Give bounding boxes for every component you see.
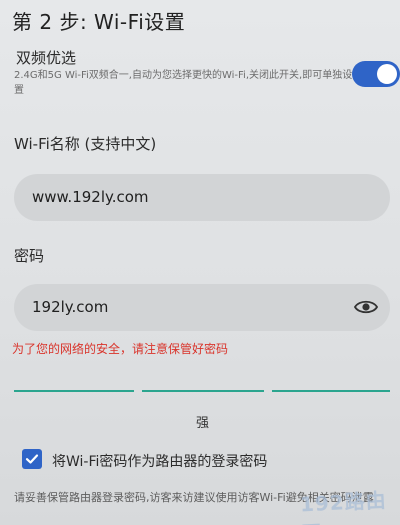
dual-band-label: 双频优选: [16, 49, 77, 67]
checkmark-icon: [25, 454, 39, 464]
password-input[interactable]: 192ly.com: [14, 284, 390, 331]
toggle-knob: [377, 64, 397, 84]
eye-icon[interactable]: [353, 298, 379, 316]
password-value: 192ly.com: [32, 298, 109, 316]
login-password-checkbox[interactable]: [22, 449, 42, 469]
watermark-logo: 192路由网: [299, 487, 388, 525]
strength-bar-segment: [142, 390, 264, 392]
strength-bar-segment: [272, 390, 390, 392]
strength-bar-segment: [14, 390, 134, 392]
ssid-input[interactable]: www.192ly.com: [14, 174, 390, 221]
dual-band-description: 2.4G和5G Wi-Fi双频合一,自动为您选择更快的Wi-Fi,关闭此开关,即…: [14, 70, 353, 96]
password-warning: 为了您的网络的安全，请注意保管好密码: [12, 342, 229, 356]
ssid-value: www.192ly.com: [32, 188, 149, 206]
password-label: 密码: [14, 247, 45, 265]
ssid-label: Wi-Fi名称 (支持中文): [14, 135, 157, 153]
dual-band-toggle[interactable]: [352, 61, 400, 87]
login-password-label[interactable]: 将Wi-Fi密码作为路由器的登录密码: [52, 451, 267, 471]
strength-label: 强: [196, 416, 210, 431]
page-title: 第 2 步: Wi-Fi设置: [12, 10, 186, 34]
